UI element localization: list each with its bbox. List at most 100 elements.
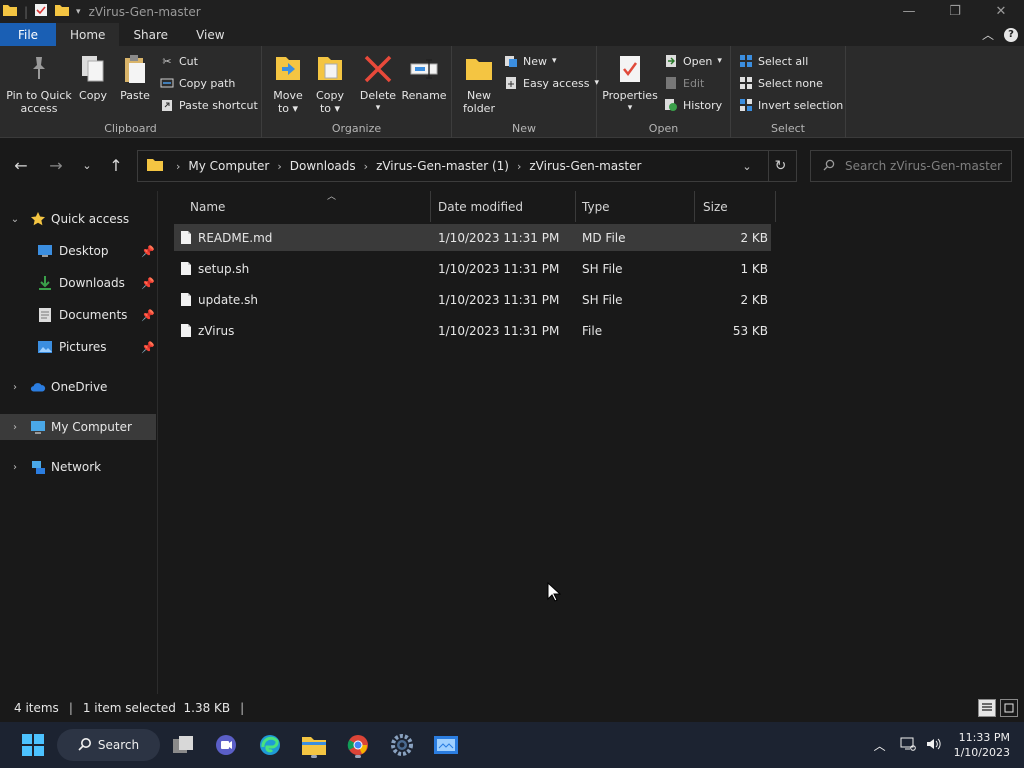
back-button[interactable]: ← (11, 155, 31, 175)
history-button[interactable]: History (664, 96, 722, 114)
computer-icon (30, 419, 46, 435)
breadcrumb-zvirus-gen-master[interactable]: zVirus-Gen-master (529, 159, 641, 173)
chrome-icon[interactable] (343, 730, 373, 760)
new-group: New folder New ▾ Easy access ▾ New (452, 46, 599, 138)
cloud-icon (30, 379, 46, 395)
taskbar-clock[interactable]: 11:33 PM 1/10/2023 (954, 730, 1010, 760)
qat-dropdown-icon[interactable]: ▾ (76, 7, 81, 17)
new-folder-qat-icon[interactable] (54, 3, 70, 20)
copy-to-button[interactable]: Copy to ▾ (312, 52, 348, 115)
control-panel-icon[interactable] (431, 730, 461, 760)
quick-access-toolbar: | ▾ (0, 3, 81, 20)
up-button[interactable]: ↑ (106, 155, 126, 175)
new-item-button[interactable]: New ▾ (504, 52, 557, 70)
chevron-right-icon[interactable]: › (9, 382, 21, 393)
close-button[interactable]: ✕ (978, 0, 1024, 23)
delete-button[interactable]: Delete ▾ (360, 52, 396, 115)
nav-documents[interactable]: Documents 📌 (0, 302, 156, 328)
window-title: zVirus-Gen-master (88, 4, 201, 19)
help-icon[interactable]: ? (1004, 27, 1018, 42)
move-to-icon (272, 52, 304, 86)
invert-selection-button[interactable]: Invert selection (739, 96, 843, 114)
refresh-icon[interactable]: ↻ (768, 151, 792, 181)
large-icons-view-button[interactable] (1000, 699, 1018, 717)
search-box[interactable] (810, 150, 1012, 182)
restore-button[interactable]: ❐ (932, 0, 978, 23)
task-view-icon[interactable] (168, 730, 198, 760)
settings-gear-icon[interactable] (387, 730, 417, 760)
pin-icon: 📌 (141, 340, 155, 354)
column-header-name[interactable]: Name ︿ (184, 191, 431, 222)
breadcrumb-zvirus-gen-master-1[interactable]: zVirus-Gen-master (1) (376, 159, 509, 173)
nav-downloads[interactable]: Downloads 📌 (0, 270, 156, 296)
nav-network[interactable]: › Network (0, 454, 156, 480)
recent-locations-button[interactable]: ⌄ (77, 155, 97, 175)
new-folder-button[interactable]: New folder (458, 52, 500, 115)
select-none-button[interactable]: Select none (739, 74, 823, 92)
file-row[interactable]: update.sh 1/10/2023 11:31 PM SH File 2 KB (174, 286, 771, 313)
file-icon (180, 230, 192, 245)
pin-icon: 📌 (141, 276, 155, 290)
chevron-right-icon: › (277, 159, 282, 173)
address-bar[interactable]: › My Computer › Downloads › zVirus-Gen-m… (137, 150, 797, 182)
paste-shortcut-button[interactable]: Paste shortcut (160, 96, 258, 114)
nav-quick-access[interactable]: ⌄ Quick access (0, 206, 156, 232)
file-name: update.sh (198, 292, 258, 307)
tab-file[interactable]: File (0, 23, 56, 46)
select-all-icon (739, 54, 753, 68)
start-button[interactable] (18, 730, 48, 760)
copy-path-button[interactable]: Copy path (160, 74, 235, 92)
file-row[interactable]: setup.sh 1/10/2023 11:31 PM SH File 1 KB (174, 255, 771, 282)
paste-shortcut-icon (160, 98, 174, 112)
chevron-down-icon[interactable]: ⌄ (9, 214, 21, 225)
easy-access-button[interactable]: Easy access ▾ (504, 74, 599, 92)
rename-button[interactable]: Rename (401, 52, 447, 102)
file-explorer-taskbar-icon[interactable] (299, 730, 329, 760)
tab-home[interactable]: Home (56, 23, 120, 46)
taskbar-search-button[interactable]: Search (57, 729, 160, 761)
file-date-modified: 1/10/2023 11:31 PM (438, 292, 560, 307)
address-history-dropdown-icon[interactable]: ⌄ (738, 151, 756, 181)
search-input[interactable] (845, 159, 1005, 173)
collapse-ribbon-icon[interactable]: ︿ (982, 26, 994, 43)
chevron-right-icon[interactable]: › (9, 462, 21, 473)
edge-browser-icon[interactable] (255, 730, 285, 760)
teams-chat-icon[interactable] (211, 730, 241, 760)
open-group-label: Open (648, 122, 679, 135)
pin-icon: 📌 (141, 308, 155, 322)
file-row[interactable]: README.md 1/10/2023 11:31 PM MD File 2 KB (174, 224, 771, 251)
forward-button[interactable]: → (46, 155, 66, 175)
download-arrow-icon (37, 275, 53, 291)
edit-button[interactable]: Edit (664, 74, 704, 92)
column-header-date-modified[interactable]: Date modified (432, 191, 576, 222)
properties-qat-icon[interactable] (34, 3, 48, 20)
copy-button[interactable]: Copy (76, 52, 110, 102)
nav-pictures[interactable]: Pictures 📌 (0, 334, 156, 360)
properties-button[interactable]: Properties ▾ (602, 52, 658, 115)
show-hidden-icons-chevron-up-icon[interactable]: ︿ (874, 737, 886, 754)
breadcrumb-downloads[interactable]: Downloads (290, 159, 356, 173)
network-status-icon[interactable] (900, 737, 916, 754)
cut-button[interactable]: ✂ Cut (160, 52, 198, 70)
chevron-right-icon[interactable]: › (9, 422, 21, 433)
move-to-button[interactable]: Move to ▾ (270, 52, 306, 115)
search-icon (78, 737, 92, 754)
select-all-button[interactable]: Select all (739, 52, 808, 70)
details-view-button[interactable] (978, 699, 996, 717)
pin-to-quick-access-button[interactable]: Pin to Quick access (6, 52, 72, 115)
pin-icon (23, 52, 55, 86)
tab-view[interactable]: View (182, 23, 238, 46)
easy-access-icon (504, 76, 518, 90)
paste-button[interactable]: Paste (118, 52, 152, 102)
column-header-type[interactable]: Type (576, 191, 695, 222)
nav-desktop[interactable]: Desktop 📌 (0, 238, 156, 264)
volume-icon[interactable] (926, 737, 942, 754)
tab-share[interactable]: Share (119, 23, 182, 46)
nav-onedrive[interactable]: › OneDrive (0, 374, 156, 400)
column-header-size[interactable]: Size (696, 191, 776, 222)
open-button[interactable]: Open ▾ (664, 52, 722, 70)
minimize-button[interactable]: — (886, 0, 932, 23)
file-row[interactable]: zVirus 1/10/2023 11:31 PM File 53 KB (174, 317, 771, 344)
breadcrumb-my-computer[interactable]: My Computer (188, 159, 269, 173)
nav-my-computer[interactable]: › My Computer (0, 414, 156, 440)
